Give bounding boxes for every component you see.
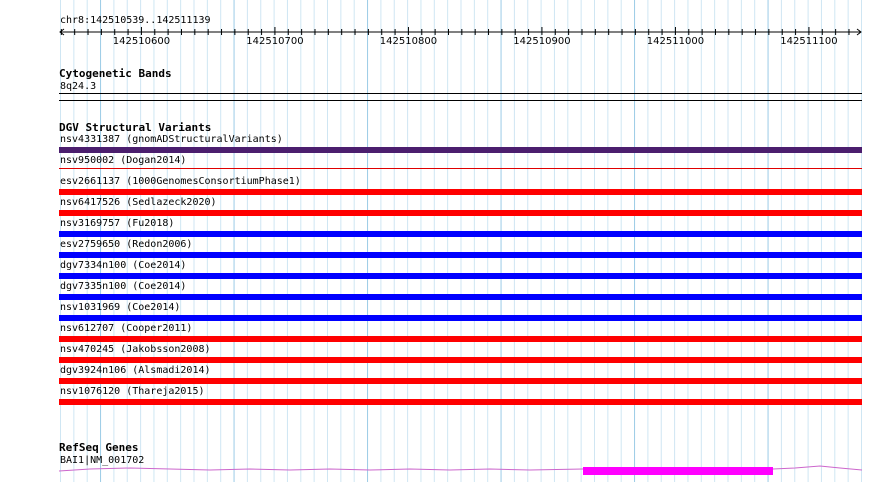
gene-model[interactable]: [0, 460, 890, 482]
variant-label[interactable]: nsv950002 (Dogan2014): [60, 155, 186, 166]
variant-label[interactable]: nsv3169757 (Fu2018): [60, 218, 174, 229]
ruler-tick-label: 142510800: [379, 36, 438, 47]
dgv-track-title[interactable]: DGV Structural Variants: [59, 122, 211, 134]
variant-label[interactable]: nsv612707 (Cooper2011): [60, 323, 192, 334]
variant-feature-bar[interactable]: [59, 294, 862, 300]
variant-feature-bar[interactable]: [59, 336, 862, 342]
variant-label[interactable]: nsv1031969 (Coe2014): [60, 302, 180, 313]
variant-label[interactable]: esv2759650 (Redon2006): [60, 239, 192, 250]
variant-feature-bar[interactable]: [59, 147, 862, 153]
variant-feature-bar[interactable]: [59, 168, 862, 169]
ruler-tick-label: 142510900: [513, 36, 571, 47]
variant-label[interactable]: dgv3924n106 (Alsmadi2014): [60, 365, 211, 376]
variant-label[interactable]: nsv4331387 (gnomADStructuralVariants): [60, 134, 283, 145]
cytoband-track-title[interactable]: Cytogenetic Bands: [59, 68, 172, 80]
variant-feature-bar[interactable]: [59, 189, 862, 195]
cytoband-bar[interactable]: [59, 93, 862, 94]
variant-label[interactable]: nsv6417526 (Sedlazeck2020): [60, 197, 217, 208]
gene-exon-block: [583, 467, 773, 475]
ruler-tick-label: 142510700: [246, 36, 304, 47]
ruler-tick-label: 142511100: [780, 36, 838, 47]
variant-feature-bar[interactable]: [59, 399, 862, 405]
track-separator: [59, 100, 862, 101]
cytoband-label: 8q24.3: [60, 81, 97, 92]
ruler-tick-label: 142510600: [112, 36, 171, 47]
variant-label[interactable]: dgv7335n100 (Coe2014): [60, 281, 186, 292]
variant-feature-bar[interactable]: [59, 315, 862, 321]
variant-label[interactable]: dgv7334n100 (Coe2014): [60, 260, 186, 271]
refseq-track-title[interactable]: RefSeq Genes: [59, 442, 138, 454]
variant-feature-bar[interactable]: [59, 231, 862, 237]
variant-feature-bar[interactable]: [59, 210, 862, 216]
variant-feature-bar[interactable]: [59, 378, 862, 384]
ruler-tick-label: 142511000: [646, 36, 705, 47]
variant-label[interactable]: nsv470245 (Jakobsson2008): [60, 344, 211, 355]
variant-feature-bar[interactable]: [59, 357, 862, 363]
variant-feature-bar[interactable]: [59, 273, 862, 279]
variant-feature-bar[interactable]: [59, 252, 862, 258]
variant-label[interactable]: esv2661137 (1000GenomesConsortiumPhase1): [60, 176, 301, 187]
variant-label[interactable]: nsv1076120 (Thareja2015): [60, 386, 205, 397]
